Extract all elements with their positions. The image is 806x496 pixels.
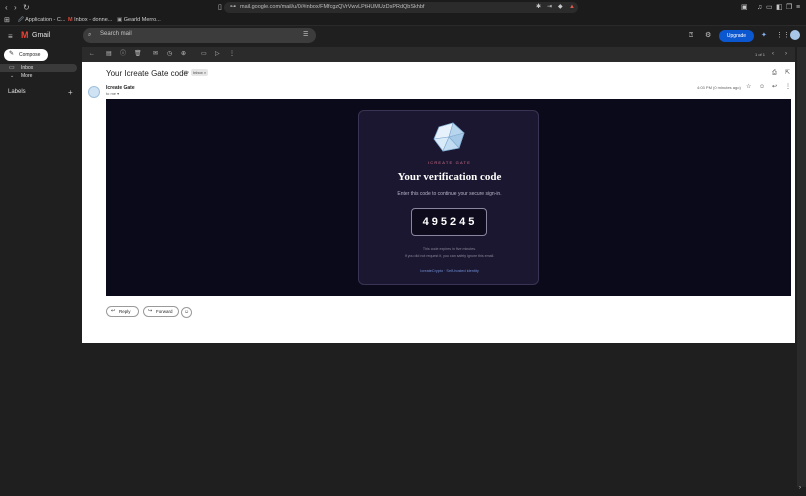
ignore-note: If you did not request it, you can safel… bbox=[404, 254, 495, 258]
sidebar-icon[interactable]: ▯ bbox=[218, 3, 222, 12]
inbox-label-chip[interactable]: Inbox × bbox=[191, 69, 209, 76]
apps-grid-icon[interactable]: ⋮⋮ bbox=[776, 31, 790, 40]
add-task-icon[interactable]: ⊕ bbox=[181, 51, 186, 58]
report-spam-icon[interactable]: ⓘ bbox=[120, 51, 126, 58]
extension-icon[interactable]: ▲ bbox=[569, 3, 575, 12]
main-menu-icon[interactable]: ≡ bbox=[8, 32, 13, 41]
verification-code: 495245 bbox=[422, 216, 478, 228]
sidebar-item-more[interactable]: ⌄ More bbox=[0, 72, 77, 80]
verification-subtitle: Enter this code to continue your secure … bbox=[397, 191, 502, 197]
move-to-icon[interactable]: ▭ bbox=[201, 51, 207, 58]
delete-icon[interactable]: 🗑 bbox=[134, 51, 142, 58]
scrollbar[interactable] bbox=[797, 47, 806, 487]
more-icon[interactable]: ⋮ bbox=[785, 84, 791, 91]
snooze-icon[interactable]: ◷ bbox=[167, 51, 172, 58]
importance-icon[interactable]: ≫ bbox=[183, 69, 189, 76]
older-icon[interactable]: › bbox=[785, 51, 787, 58]
emoji-button[interactable]: ☺ bbox=[181, 307, 192, 318]
verification-code-box: 495245 bbox=[411, 208, 487, 236]
pencil-icon: ✎ bbox=[9, 51, 15, 57]
verification-card: ICREATE GATE Your verification code Ente… bbox=[358, 110, 539, 285]
brand-name: ICREATE GATE bbox=[427, 160, 472, 165]
expand-panel-icon[interactable]: › bbox=[799, 484, 801, 493]
reply-icon: ↩ bbox=[111, 308, 116, 314]
label-icon[interactable]: ▷ bbox=[215, 51, 220, 58]
message-toolbar: ← ▤ ⓘ 🗑 ✉ ◷ ⊕ ▭ ▷ ⋮ 1 of 1 ‹ › bbox=[82, 47, 795, 62]
mark-unread-icon[interactable]: ✉ bbox=[153, 51, 158, 58]
email-time: 4:03 PM (0 minutes ago) bbox=[697, 85, 741, 90]
search-input[interactable]: ⌕ Search mail ☰ bbox=[83, 28, 316, 43]
sidebar-item-label: More bbox=[21, 73, 33, 79]
forward-button[interactable]: ↪ Forward bbox=[143, 306, 179, 317]
back-to-inbox-icon[interactable]: ← bbox=[89, 51, 95, 58]
email-view: Your Icreate Gate code ≫ Inbox × ⎙ ⇱ Icr… bbox=[82, 62, 795, 343]
forward-label: Forward bbox=[156, 309, 173, 314]
menu-icon[interactable]: ≡ bbox=[796, 3, 800, 12]
emoji-react-icon[interactable]: ☺ bbox=[759, 84, 765, 91]
chevron-down-icon: ⌄ bbox=[10, 73, 15, 79]
open-new-window-icon[interactable]: ⇱ bbox=[785, 70, 790, 77]
star-icon[interactable]: ☆ bbox=[746, 84, 751, 91]
gmail-logo-text: Gmail bbox=[32, 32, 51, 39]
shield-icon[interactable]: ◆ bbox=[558, 3, 563, 12]
sender-avatar bbox=[88, 86, 100, 98]
bookmark-icon: ▣ bbox=[117, 17, 124, 23]
reload-icon[interactable]: ↻ bbox=[23, 3, 30, 12]
add-label-icon[interactable]: + bbox=[68, 88, 73, 97]
sidebar-item-label: Inbox bbox=[21, 65, 34, 71]
filter-icon[interactable]: ☰ bbox=[303, 31, 308, 40]
search-icon[interactable]: ⌕ bbox=[88, 31, 91, 40]
expiry-note: This code expires in five minutes. bbox=[422, 247, 477, 251]
apps-icon[interactable]: ⊞ bbox=[4, 16, 10, 25]
gemini-icon[interactable]: ✦ bbox=[761, 31, 767, 40]
settings-icon[interactable]: ⚙ bbox=[705, 31, 711, 40]
forward-icon[interactable]: › bbox=[14, 3, 17, 12]
email-subject: Your Icreate Gate code bbox=[106, 69, 188, 78]
copy-icon[interactable]: ❐ bbox=[786, 3, 792, 12]
pagination-text: 1 of 1 bbox=[755, 52, 766, 57]
star-icon[interactable]: ✱ bbox=[536, 3, 541, 12]
labels-heading: Labels bbox=[8, 89, 26, 95]
compose-label: Compose bbox=[19, 52, 41, 58]
card-footer: IcreateCrypto · Self-hosted identity bbox=[420, 269, 479, 273]
more-options-icon[interactable]: ⋮ bbox=[229, 51, 235, 58]
reply-button[interactable]: ↩ Reply bbox=[106, 306, 139, 317]
browser-toolbar: ‹ › ↻ ▯ ⊶ mail.google.com/mail/u/0/#inbo… bbox=[0, 0, 806, 15]
screen-icon[interactable]: ▭ bbox=[766, 3, 773, 12]
upgrade-button[interactable]: Upgrade bbox=[719, 30, 754, 42]
reply-icon[interactable]: ↩ bbox=[772, 84, 777, 91]
verification-title: Your verification code bbox=[397, 171, 502, 183]
gmail-logo-icon: M bbox=[21, 30, 29, 40]
recipient-toggle[interactable]: to me ▾ bbox=[106, 91, 119, 96]
bookmark-inbox[interactable]: M Inbox - donne... bbox=[68, 16, 112, 25]
bookmark-application[interactable]: 🖉 Application - C... bbox=[18, 16, 65, 25]
address-bar[interactable]: ⊶ mail.google.com/mail/u/0/#inbox/FMfcgz… bbox=[224, 2, 578, 13]
share-icon[interactable]: ⇥ bbox=[547, 3, 552, 12]
search-placeholder: Search mail bbox=[100, 31, 132, 37]
bookmark-gearld[interactable]: ▣ Gearld Merro... bbox=[117, 16, 161, 25]
bookmarks-bar: ⊞ 🖉 Application - C... M Inbox - donne..… bbox=[0, 15, 806, 26]
account-avatar[interactable] bbox=[790, 30, 800, 40]
url-text: mail.google.com/mail/u/0/#inbox/FMfcgzQV… bbox=[240, 4, 425, 10]
back-icon[interactable]: ‹ bbox=[5, 3, 8, 12]
sidebar-item-inbox[interactable]: ▭ Inbox bbox=[0, 64, 77, 72]
brand-logo-icon bbox=[433, 122, 465, 152]
print-icon[interactable]: ⎙ bbox=[772, 70, 777, 77]
email-body-banner: ICREATE GATE Your verification code Ente… bbox=[106, 99, 791, 296]
split-icon[interactable]: ◧ bbox=[776, 3, 783, 12]
site-info-icon[interactable]: ⊶ bbox=[230, 3, 236, 12]
newer-icon[interactable]: ‹ bbox=[772, 51, 774, 58]
compose-button[interactable]: ✎ Compose bbox=[4, 49, 48, 61]
tabs-icon[interactable]: ▣ bbox=[741, 3, 748, 12]
music-icon[interactable]: ♫ bbox=[757, 3, 762, 12]
archive-icon[interactable]: ▤ bbox=[106, 51, 112, 58]
help-icon[interactable]: ⍰ bbox=[689, 31, 693, 40]
forward-icon: ↪ bbox=[148, 308, 153, 314]
smiley-icon: ☺ bbox=[183, 309, 190, 315]
reply-label: Reply bbox=[119, 309, 131, 314]
